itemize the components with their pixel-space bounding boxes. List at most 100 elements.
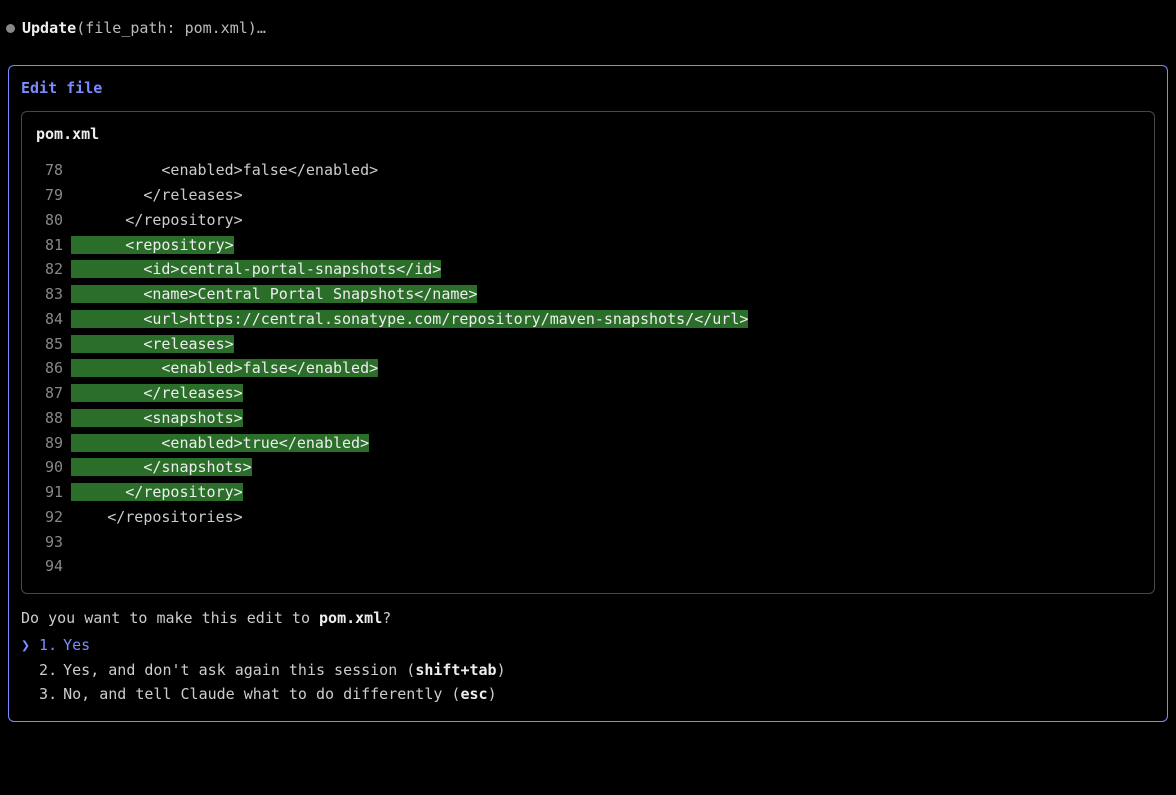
bullet-icon (4, 22, 16, 34)
line-number: 81 (36, 233, 63, 258)
args-close: ) (248, 19, 257, 37)
line-content: </snapshots> (71, 455, 252, 480)
option-text: No, and tell Claude what to do different… (63, 682, 496, 707)
code-line: 93 (36, 530, 1140, 555)
code-line: 88 <snapshots> (36, 406, 1140, 431)
args-open: ( (76, 19, 85, 37)
option-label: ) (488, 685, 497, 703)
code-line: 82 <id>central-portal-snapshots</id> (36, 257, 1140, 282)
option-number: 1. (39, 633, 57, 658)
ellipsis: … (257, 19, 266, 37)
line-content: <enabled>false</enabled> (71, 158, 378, 183)
line-content: <repository> (71, 233, 234, 258)
tool-name: Update (22, 19, 76, 37)
edit-file-panel: Edit file pom.xml 78 <enabled>false</ena… (8, 65, 1168, 722)
line-number: 84 (36, 307, 63, 332)
arg-label: file_path: (85, 19, 184, 37)
option-number: 2. (39, 658, 57, 683)
option-2[interactable]: 2. Yes, and don't ask again this session… (21, 658, 1155, 683)
line-number: 82 (36, 257, 63, 282)
arg-value: pom.xml (185, 19, 248, 37)
added-text: <enabled>true</enabled> (71, 434, 369, 452)
code-line: 87 </releases> (36, 381, 1140, 406)
option-label: Yes, and don't ask again this session ( (63, 661, 415, 679)
panel-title: Edit file (21, 76, 1155, 101)
added-text: </snapshots> (71, 458, 252, 476)
code-line: 86 <enabled>false</enabled> (36, 356, 1140, 381)
added-text: <url>https://central.sonatype.com/reposi… (71, 310, 748, 328)
context-text: </repository> (71, 211, 243, 229)
file-name: pom.xml (36, 122, 1140, 147)
file-diff-box: pom.xml 78 <enabled>false</enabled>79 </… (21, 111, 1155, 595)
added-text: </releases> (71, 384, 243, 402)
code-line: 91 </repository> (36, 480, 1140, 505)
code-line: 85 <releases> (36, 332, 1140, 357)
context-text: </repositories> (71, 508, 243, 526)
line-content: <id>central-portal-snapshots</id> (71, 257, 441, 282)
line-content: <name>Central Portal Snapshots</name> (71, 282, 477, 307)
line-content: <enabled>true</enabled> (71, 431, 369, 456)
tool-call-header: Update(file_path: pom.xml)… (0, 8, 1176, 65)
line-number: 90 (36, 455, 63, 480)
shortcut-key: esc (460, 685, 487, 703)
line-content: </releases> (71, 381, 243, 406)
option-number: 3. (39, 682, 57, 707)
tool-call-text: Update(file_path: pom.xml)… (22, 16, 266, 41)
line-content: </repository> (71, 480, 243, 505)
line-content: <releases> (71, 332, 234, 357)
option-text: Yes, and don't ask again this session (s… (63, 658, 506, 683)
code-line: 78 <enabled>false</enabled> (36, 158, 1140, 183)
option-label: ) (497, 661, 506, 679)
added-text: <releases> (71, 335, 234, 353)
option-marker-icon (21, 682, 39, 707)
shortcut-key: shift+tab (415, 661, 496, 679)
code-line: 81 <repository> (36, 233, 1140, 258)
added-text: <enabled>false</enabled> (71, 359, 378, 377)
line-number: 91 (36, 480, 63, 505)
line-number: 88 (36, 406, 63, 431)
option-text: Yes (63, 633, 90, 658)
code-line: 89 <enabled>true</enabled> (36, 431, 1140, 456)
line-number: 85 (36, 332, 63, 357)
line-number: 80 (36, 208, 63, 233)
prompt-filename: pom.xml (319, 609, 382, 627)
prompt-suffix: ? (382, 609, 391, 627)
line-number: 79 (36, 183, 63, 208)
option-marker-icon: ❯ (21, 633, 39, 658)
line-number: 86 (36, 356, 63, 381)
options-list: ❯1. Yes 2. Yes, and don't ask again this… (21, 633, 1155, 707)
option-label: No, and tell Claude what to do different… (63, 685, 460, 703)
confirmation-prompt: Do you want to make this edit to pom.xml… (21, 606, 1155, 631)
line-content: <enabled>false</enabled> (71, 356, 378, 381)
option-label: Yes (63, 636, 90, 654)
option-1[interactable]: ❯1. Yes (21, 633, 1155, 658)
line-content: </repository> (71, 208, 243, 233)
option-marker-icon (21, 658, 39, 683)
context-text: </releases> (71, 186, 243, 204)
added-text: <id>central-portal-snapshots</id> (71, 260, 441, 278)
code-line: 84 <url>https://central.sonatype.com/rep… (36, 307, 1140, 332)
line-content: <url>https://central.sonatype.com/reposi… (71, 307, 748, 332)
added-text: <repository> (71, 236, 234, 254)
line-content: </repositories> (71, 505, 243, 530)
line-number: 78 (36, 158, 63, 183)
line-content: </releases> (71, 183, 243, 208)
line-number: 83 (36, 282, 63, 307)
code-line: 90 </snapshots> (36, 455, 1140, 480)
line-number: 92 (36, 505, 63, 530)
code-area: 78 <enabled>false</enabled>79 </releases… (36, 158, 1140, 579)
line-content: <snapshots> (71, 406, 243, 431)
added-text: <name>Central Portal Snapshots</name> (71, 285, 477, 303)
code-line: 79 </releases> (36, 183, 1140, 208)
code-line: 80 </repository> (36, 208, 1140, 233)
line-number: 93 (36, 530, 63, 555)
option-3[interactable]: 3. No, and tell Claude what to do differ… (21, 682, 1155, 707)
code-line: 94 (36, 554, 1140, 579)
line-number: 94 (36, 554, 63, 579)
code-line: 92 </repositories> (36, 505, 1140, 530)
added-text: <snapshots> (71, 409, 243, 427)
line-number: 87 (36, 381, 63, 406)
prompt-prefix: Do you want to make this edit to (21, 609, 319, 627)
context-text: <enabled>false</enabled> (71, 161, 378, 179)
added-text: </repository> (71, 483, 243, 501)
